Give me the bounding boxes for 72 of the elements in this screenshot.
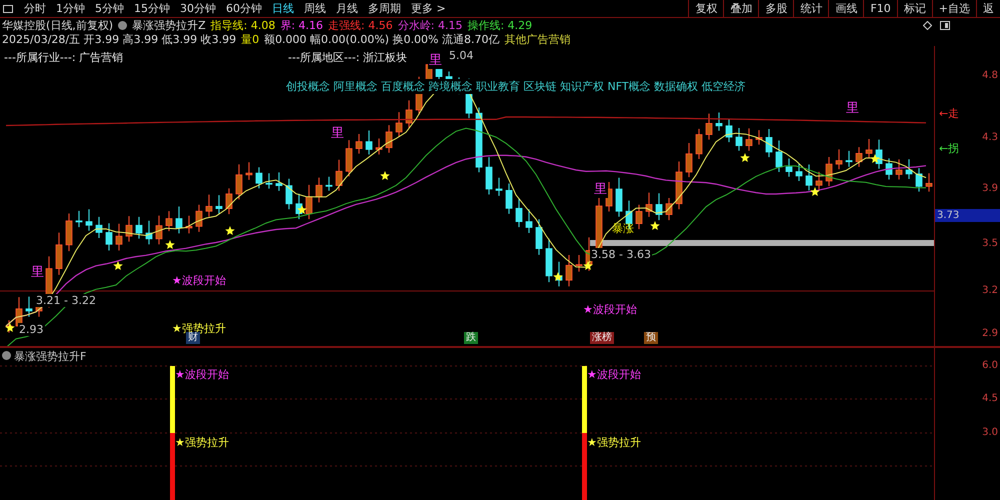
axis-label: 3.5 [982, 238, 998, 249]
star-icon [113, 261, 123, 270]
star-icon [165, 240, 175, 249]
star-icon [650, 221, 660, 230]
industry-label: ---所属行业---: 广告营销 [4, 50, 124, 65]
period-tab[interactable]: 15分钟 [129, 1, 175, 16]
period-tab[interactable]: 60分钟 [221, 1, 267, 16]
period-tab[interactable]: 多周期 [363, 1, 406, 16]
signal-label: ★强势拉升 [587, 435, 641, 450]
indicator-value: 操作线: 4.29 [467, 18, 532, 32]
period-tab[interactable]: 5分钟 [90, 1, 129, 16]
diamond-icon[interactable] [923, 20, 932, 30]
star-icon [5, 323, 15, 332]
star-icon [870, 154, 880, 163]
stock-title: 华媒控股(日线,前复权) [2, 18, 114, 32]
sector-link[interactable]: 其他广告营销 [504, 32, 570, 46]
signal-badge: 跌 [464, 332, 478, 344]
indicator-value: 走强线: 4.56 [328, 18, 393, 32]
concept-tags: 创投概念 阿里概念 百度概念 跨境概念 职业教育 区块链 知识产权 NFT概念 数据确权 低空经济 [285, 79, 747, 94]
indicator-value: 指导线: 4.08 [210, 18, 276, 32]
volume-value: 量0 [241, 32, 260, 46]
price-label: 2.93 [18, 323, 44, 336]
signal-badge: 财 [186, 332, 200, 344]
panel-toggle-icon[interactable] [3, 4, 13, 12]
axis-label: 4.8 [982, 70, 998, 81]
star-icon [740, 153, 750, 162]
price-label: 5.04 [448, 49, 474, 62]
star-icon [380, 171, 390, 180]
indicator-name: 暴涨强势拉升Z [132, 18, 206, 32]
volume-marker: 里 [593, 180, 608, 198]
current-price-tag: 3.73 [935, 209, 1000, 222]
signal-badge: 预 [644, 332, 658, 344]
signal-badge: 涨榜 [590, 332, 614, 344]
period-tab[interactable]: 分时 [19, 1, 51, 16]
signal-label: 暴涨 [612, 221, 634, 236]
period-tab[interactable]: 月线 [331, 1, 363, 16]
axis-label: 3.9 [982, 183, 998, 194]
star-icon [810, 187, 820, 196]
quote-details: 额0.000 幅0.00(0.00%) 换0.00% 流通8.70亿 [264, 32, 500, 46]
quote-prices: 2025/03/28/五 开3.99 高3.99 低3.99 收3.99 [2, 32, 236, 46]
star-icon [225, 226, 235, 235]
indicator-value: 分水岭: 4.15 [398, 18, 462, 32]
price-label: 3.58 - 3.63 [590, 248, 652, 261]
period-tab[interactable]: 周线 [299, 1, 331, 16]
indicator-value: 界: 4.16 [280, 18, 324, 32]
signal-label: ★波段开始 [583, 302, 637, 317]
pane-title: 暴涨强势拉升F [14, 349, 86, 364]
star-icon [553, 272, 563, 281]
star-icon [297, 205, 307, 214]
signal-label: ★波段开始 [172, 273, 226, 288]
signal-label: ★波段开始 [587, 367, 641, 382]
axis-label: 2.9 [982, 328, 998, 339]
price-label: 3.21 - 3.22 [35, 294, 97, 307]
period-tab[interactable]: 30分钟 [175, 1, 221, 16]
axis-label: 4.5 [982, 393, 998, 404]
signal-label: ★波段开始 [175, 367, 229, 382]
panel-toggle-icon[interactable] [940, 20, 950, 30]
signal-label: ★强势拉升 [175, 435, 229, 450]
axis-label: 3.2 [982, 285, 998, 296]
line-tag: ←拐 [939, 141, 960, 156]
axis-label: 4.3 [982, 132, 998, 143]
volume-marker: 里 [428, 51, 443, 69]
star-icon [583, 261, 593, 270]
period-tab[interactable]: 更多 > [406, 1, 451, 16]
period-tab[interactable]: 日线 [267, 1, 299, 16]
region-label: ---所属地区---: 浙江板块 [288, 50, 408, 65]
period-tab[interactable]: 1分钟 [51, 1, 90, 16]
dropdown-icon[interactable] [118, 20, 128, 30]
line-tag: ←走 [939, 106, 960, 121]
dropdown-icon[interactable] [2, 351, 11, 360]
axis-label: 6.0 [982, 360, 998, 371]
axis-label: 3.0 [982, 427, 998, 438]
